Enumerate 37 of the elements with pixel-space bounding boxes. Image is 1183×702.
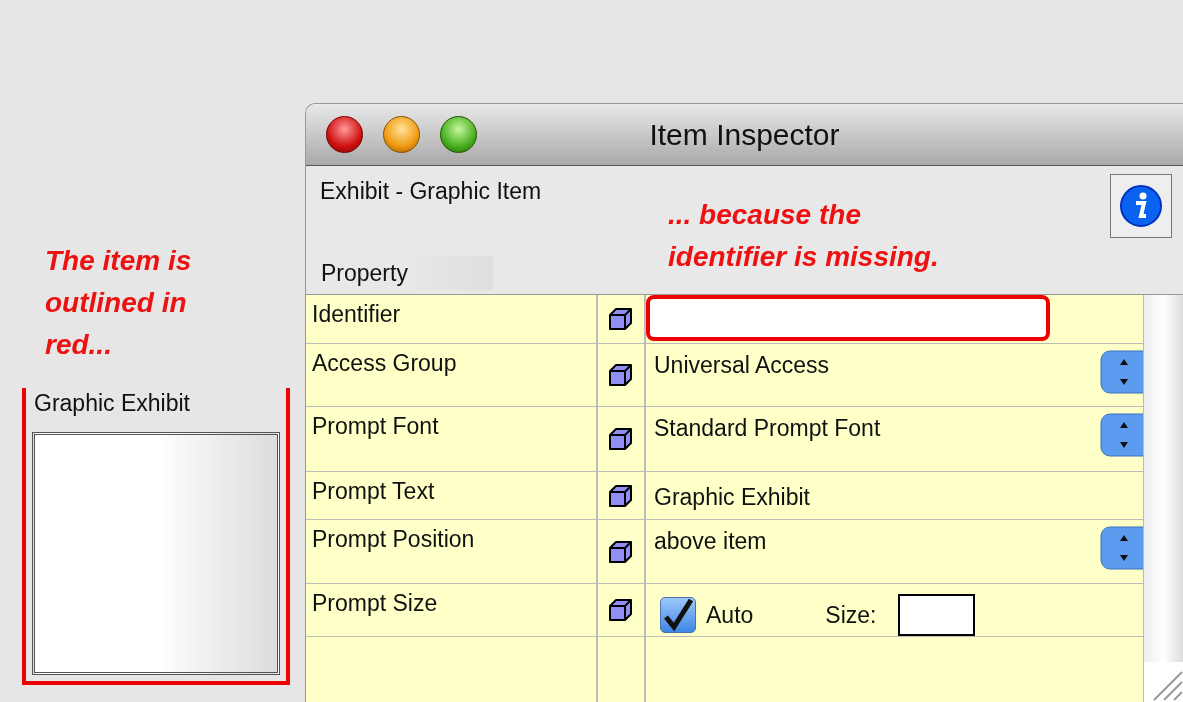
popup-stepper-icon[interactable] <box>1100 350 1143 394</box>
cube-icon <box>608 362 634 388</box>
size-field[interactable] <box>898 594 976 636</box>
cube-icon <box>608 597 634 623</box>
cube-icon <box>608 306 634 332</box>
resize-grip-icon[interactable] <box>1144 662 1183 702</box>
info-button[interactable] <box>1110 174 1172 238</box>
property-name: Identifier <box>306 295 598 343</box>
check-icon <box>663 599 693 631</box>
close-button[interactable] <box>326 116 363 153</box>
property-name: Access Group <box>306 344 598 406</box>
item-type-label: Exhibit - Graphic Item <box>320 177 543 206</box>
cube-icon <box>608 538 634 565</box>
prompt-label: Graphic Exhibit <box>33 389 191 418</box>
cube-icon <box>608 482 634 509</box>
minimize-button[interactable] <box>383 116 420 153</box>
popup-value[interactable]: Universal Access <box>654 350 830 380</box>
property-name: Prompt Text <box>306 472 598 519</box>
popup-stepper-icon[interactable] <box>1100 526 1143 570</box>
size-label: Size: <box>825 600 877 630</box>
info-icon <box>1119 184 1163 228</box>
value-text: Graphic Exhibit <box>653 483 810 512</box>
checkbox-label: Auto <box>706 600 754 630</box>
window-title: Item Inspector <box>648 117 841 153</box>
zoom-button[interactable] <box>440 116 477 153</box>
identifier-field[interactable] <box>646 295 1050 341</box>
column-header: Property <box>320 255 493 290</box>
auto-checkbox[interactable] <box>660 597 696 633</box>
popup-value[interactable]: Standard Prompt Font <box>654 413 881 443</box>
annotation-text: The item is outlined in red... <box>45 244 193 362</box>
property-name: Prompt Size <box>306 584 598 636</box>
cube-icon <box>608 426 634 452</box>
popup-value[interactable]: above item <box>654 526 767 556</box>
popup-stepper-icon[interactable] <box>1100 413 1143 457</box>
property-name: Prompt Position <box>306 520 598 583</box>
property-name: Prompt Font <box>306 407 598 471</box>
annotation-text: ... because the identifier is missing. <box>668 198 940 274</box>
